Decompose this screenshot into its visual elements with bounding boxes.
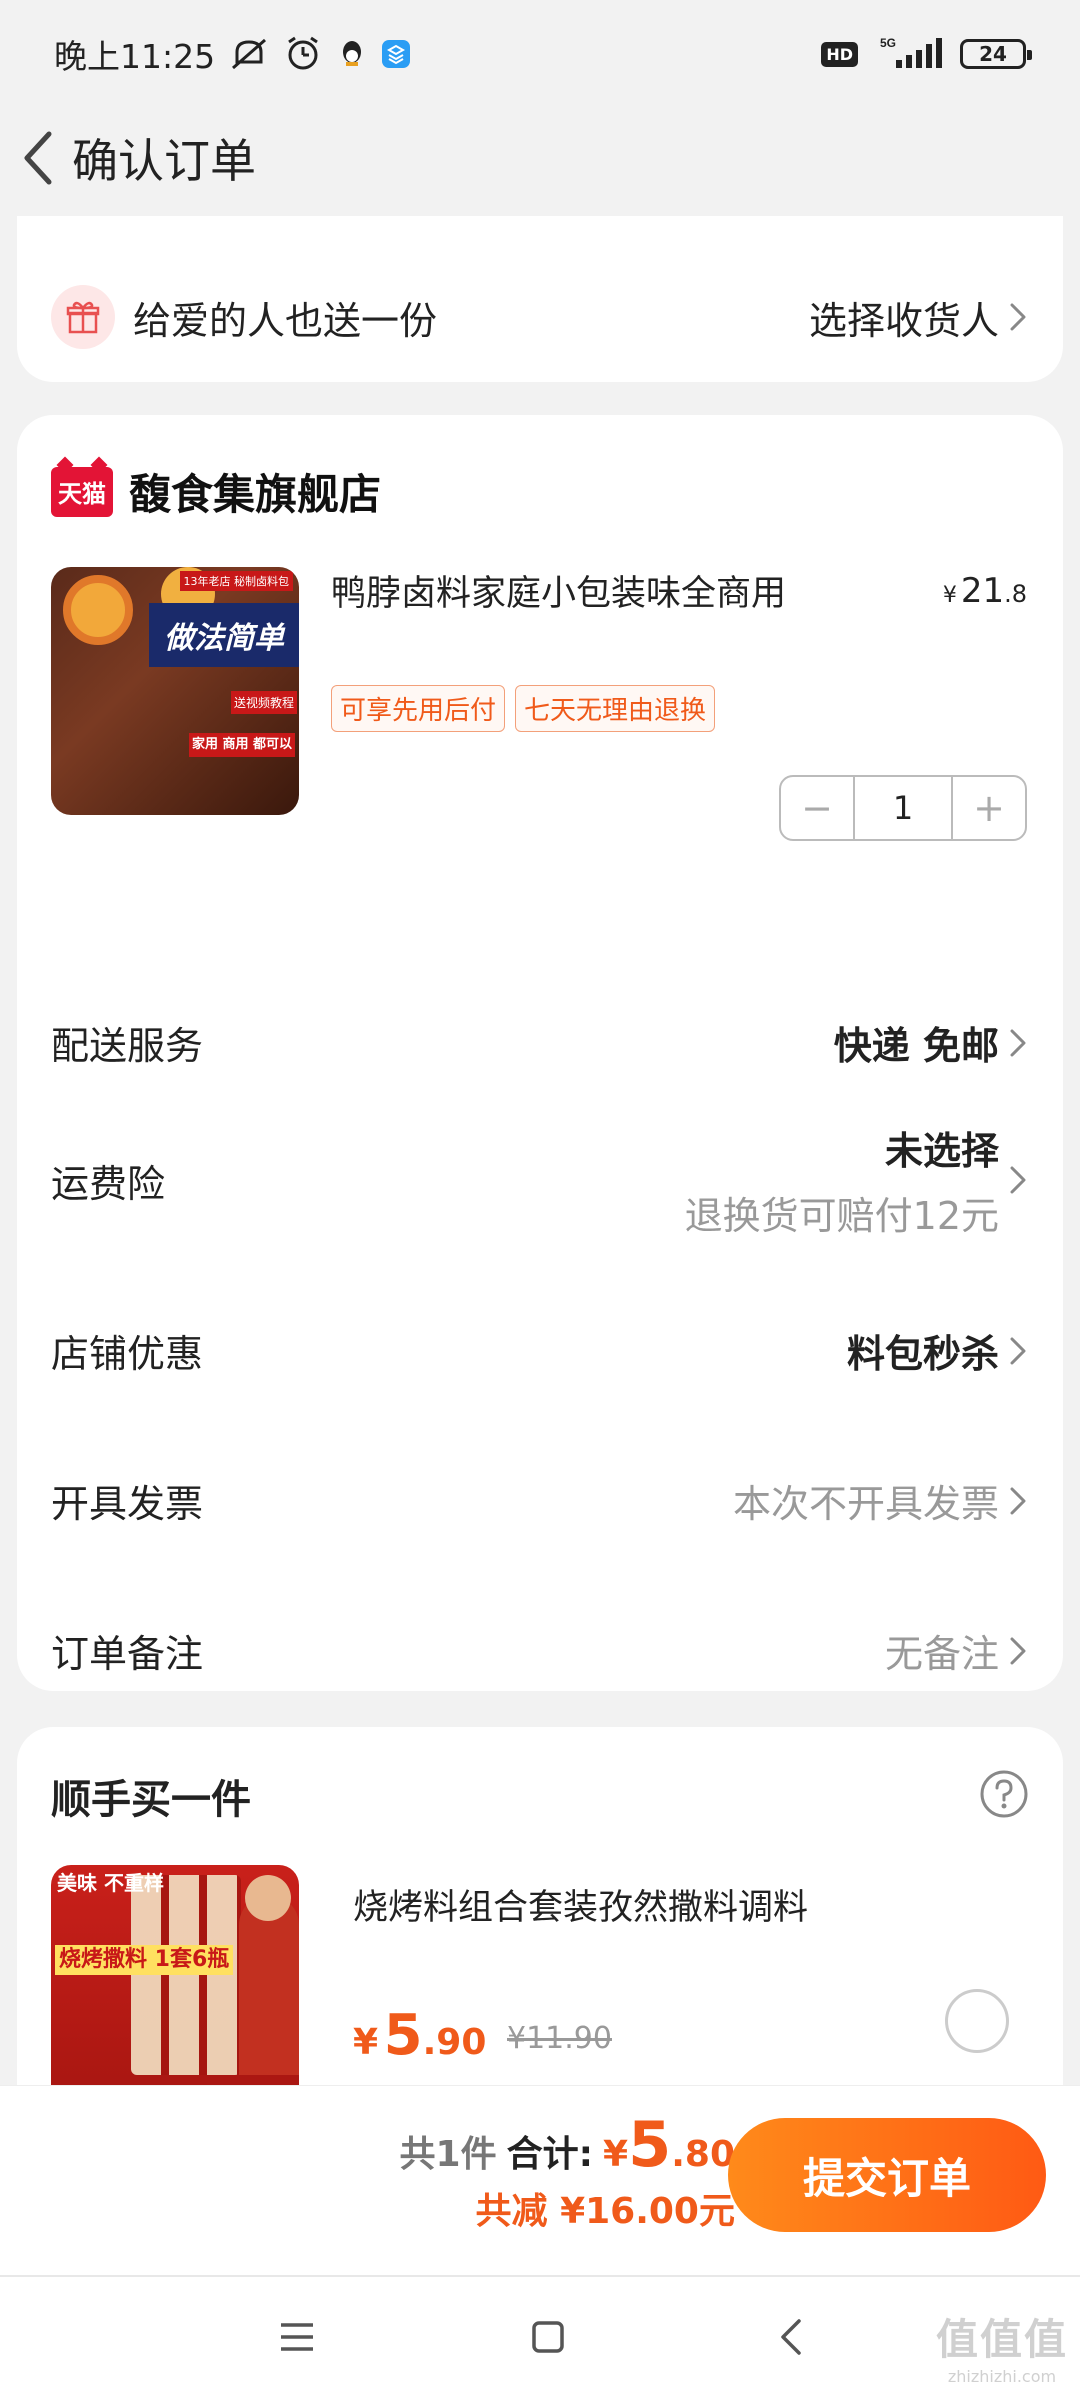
delivery-row[interactable]: 配送服务 快递 免邮	[51, 1015, 1027, 1070]
mute-icon	[229, 36, 269, 72]
system-nav-bar	[0, 2277, 1080, 2400]
shipping-insurance-row[interactable]: 运费险 未选择 退换货可赔付12元	[51, 1120, 1027, 1240]
quantity-stepper: − 1 +	[779, 775, 1027, 841]
total-decimal: .80	[671, 2134, 735, 2175]
upsell-image-text-top: 美味 不重样	[57, 1871, 164, 1895]
delivery-label: 配送服务	[51, 1024, 204, 1068]
order-note-row[interactable]: 订单备注 无备注	[51, 1623, 1027, 1678]
delivery-value: 快递 免邮	[833, 1024, 999, 1068]
upsell-price: ¥ 5.90	[353, 2003, 486, 2068]
back-button[interactable]	[10, 118, 66, 198]
upsell-select-radio[interactable]	[945, 1989, 1009, 2053]
gift-card: 给爱的人也送一份 选择收货人	[17, 216, 1063, 382]
product-image-tag-top: 13年老店 秘制卤料包	[179, 571, 293, 591]
chevron-right-icon	[1009, 1336, 1027, 1366]
shop-header[interactable]: 天猫 馥食集旗舰店	[51, 461, 381, 522]
upsell-title: 顺手买一件	[51, 1777, 251, 1823]
battery-icon: 24	[960, 39, 1032, 69]
item-count: 共1件	[399, 2134, 497, 2175]
qq-icon	[337, 38, 367, 70]
quantity-value[interactable]: 1	[853, 777, 953, 839]
order-note-label: 订单备注	[51, 1632, 204, 1676]
shop-discount-value: 料包秒杀	[846, 1332, 999, 1376]
alarm-icon	[283, 36, 323, 72]
chevron-left-icon	[24, 131, 52, 185]
signal-icon: 5G	[874, 36, 944, 72]
hd-badge: HD	[821, 41, 858, 67]
product-image-banner: 做法简单	[149, 603, 299, 667]
product-image-tag-bottom: 家用 商用 都可以	[188, 733, 295, 757]
gift-row[interactable]: 给爱的人也送一份 选择收货人	[51, 282, 1027, 352]
quantity-decrease-button[interactable]: −	[781, 777, 853, 839]
page-title: 确认订单	[72, 134, 256, 188]
product-title[interactable]: 鸭脖卤料家庭小包装味全商用	[331, 565, 786, 616]
tag-seven-day-return: 七天无理由退换	[515, 685, 716, 732]
total-saved: 共减 ¥16.00元	[475, 2191, 735, 2232]
chevron-right-icon	[1009, 302, 1027, 332]
upsell-card: 顺手买一件 美味 不重样 烧烤撒料 1套6瓶 烧烤料组合套装孜然撒料调料 ¥ 5…	[17, 1727, 1063, 2127]
total-amount: ¥5.80	[603, 2108, 735, 2181]
help-icon[interactable]	[979, 1769, 1029, 1823]
shop-discount-row[interactable]: 店铺优惠 料包秒杀	[51, 1323, 1027, 1378]
total-label: 合计:	[506, 2134, 594, 2175]
shop-discount-label: 店铺优惠	[51, 1332, 204, 1376]
total-line: 共1件 合计: ¥5.80	[400, 2108, 735, 2181]
upsell-image-text-mid: 烧烤撒料 1套6瓶	[55, 1945, 234, 1975]
shipping-insurance-sub: 退换货可赔付12元	[684, 1194, 999, 1238]
chevron-right-icon	[1009, 1028, 1027, 1058]
product-price: ¥21.8	[943, 571, 1027, 611]
status-bar: 晚上11:25 HD 5G 24	[0, 0, 1080, 108]
tag-pay-later: 可享先用后付	[331, 685, 506, 732]
product-tags: 可享先用后付 七天无理由退换	[331, 685, 716, 732]
home-icon[interactable]	[530, 2319, 566, 2359]
watermark-url: zhizhizhi.com	[947, 2367, 1057, 2386]
choose-recipient-button[interactable]: 选择收货人	[809, 290, 1027, 345]
product-image-tag-mid: 送视频教程	[230, 691, 297, 714]
shipping-insurance-label: 运费险	[51, 1161, 166, 1206]
svg-text:5G: 5G	[880, 36, 896, 50]
shipping-insurance-value: 未选择	[884, 1129, 999, 1173]
back-nav-icon[interactable]	[779, 2317, 803, 2361]
upsell-price-decimal: .90	[422, 2022, 487, 2063]
watermark: 值值值 zhizhizhi.com	[936, 2306, 1068, 2386]
invoice-row[interactable]: 开具发票 本次不开具发票	[51, 1473, 1027, 1528]
gift-label: 给爱的人也送一份	[133, 298, 438, 343]
order-note-value: 无备注	[884, 1632, 999, 1676]
quantity-increase-button[interactable]: +	[953, 777, 1025, 839]
status-time: 晚上11:25	[54, 37, 216, 76]
price-integer: 21	[960, 571, 1005, 611]
order-card: 天猫 馥食集旗舰店 13年老店 秘制卤料包 做法简单 送视频教程 家用 商用 都…	[17, 415, 1063, 1691]
chevron-right-icon	[1009, 1636, 1027, 1666]
checkout-bar: 共1件 合计: ¥5.80 共减 ¥16.00元 提交订单	[0, 2085, 1080, 2275]
chevron-right-icon	[1009, 1165, 1027, 1195]
upsell-product-title[interactable]: 烧烤料组合套装孜然撒料调料	[353, 1879, 808, 1930]
product-image[interactable]: 13年老店 秘制卤料包 做法简单 送视频教程 家用 商用 都可以	[51, 567, 299, 815]
total-integer: 5	[628, 2108, 672, 2181]
nav-bar: 确认订单	[0, 108, 1080, 208]
chevron-right-icon	[1009, 1486, 1027, 1516]
gift-icon	[51, 285, 115, 349]
total-currency: ¥	[603, 2134, 629, 2175]
price-currency: ¥	[942, 583, 957, 608]
invoice-label: 开具发票	[51, 1482, 204, 1526]
upsell-price-integer: 5	[383, 2003, 423, 2068]
upsell-price-currency: ¥	[353, 2022, 379, 2063]
menu-icon[interactable]	[277, 2320, 317, 2358]
shop-name: 馥食集旗舰店	[129, 470, 382, 519]
tmall-logo: 天猫	[51, 466, 113, 517]
upsell-old-price: ¥11.90	[507, 2021, 612, 2056]
choose-recipient-label: 选择收货人	[808, 298, 999, 343]
app-icon	[381, 39, 411, 69]
price-decimal: .8	[1004, 580, 1027, 608]
submit-order-button[interactable]: 提交订单	[728, 2118, 1046, 2232]
watermark-logo: 值值值	[935, 2315, 1068, 2364]
invoice-value: 本次不开具发票	[732, 1482, 999, 1526]
